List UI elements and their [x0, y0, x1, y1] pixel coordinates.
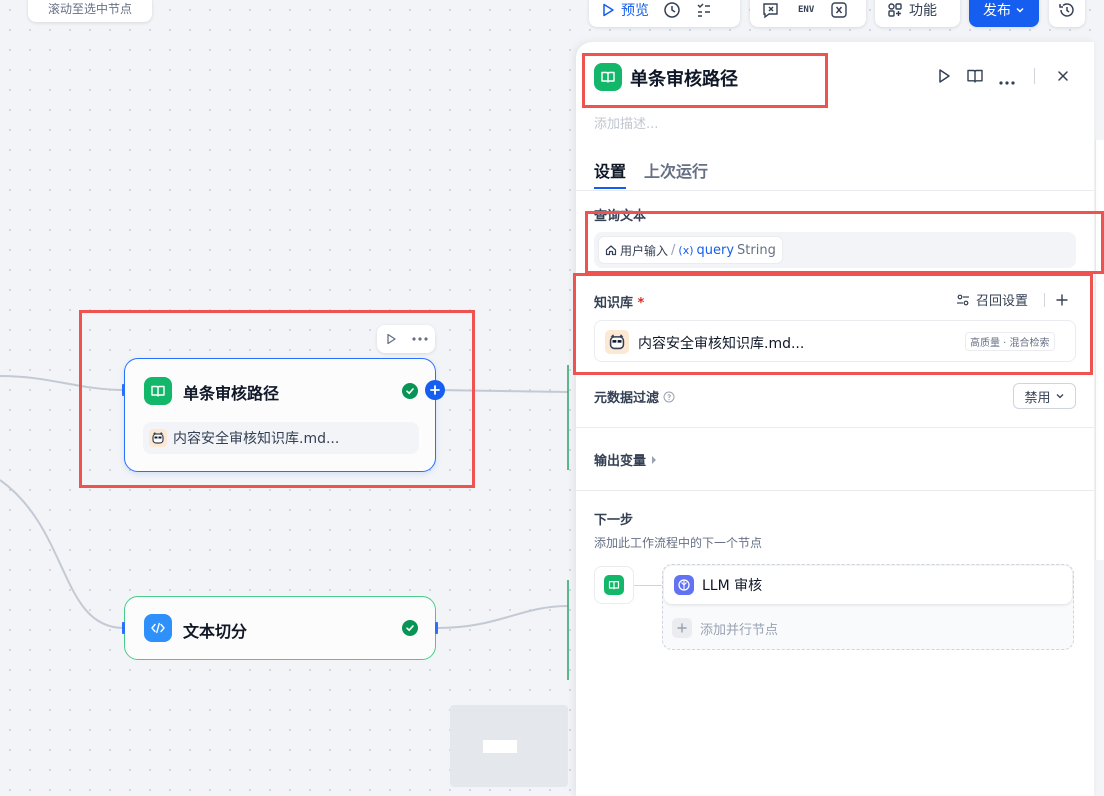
knowledge-node-icon — [604, 575, 624, 595]
preview-toolbar: 预览 — [589, 0, 740, 27]
node-action-bar — [377, 325, 435, 353]
active-tab-indicator — [594, 187, 626, 189]
kb-item-name: 内容安全审核知识库.md... — [173, 431, 340, 447]
knowledge-node-kb-item: 内容安全审核知识库.md... — [143, 422, 419, 454]
env-icon[interactable]: ENV — [798, 5, 814, 15]
scroll-tooltip-label: 滚动至选中节点 — [47, 1, 132, 16]
knowledge-node-title: 单条审核路径 — [183, 384, 280, 403]
success-check-icon — [402, 383, 418, 399]
variable-type: String — [737, 242, 776, 258]
knowledge-node-icon — [144, 377, 172, 405]
system-vars-icon[interactable] — [830, 1, 848, 19]
knowledge-item-name: 内容安全审核知识库.md... — [638, 336, 805, 352]
success-check-icon — [402, 620, 418, 636]
variable-icon: (x) — [678, 243, 694, 257]
node-settings-panel: 单条审核路径 添加描述... 设置 上次运行 查询文本 用户输入 / (x) q… — [576, 42, 1094, 796]
add-knowledge-icon[interactable] — [1056, 294, 1068, 310]
knowledge-item[interactable]: 内容安全审核知识库.md... 高质量 · 混合检索 — [594, 320, 1076, 362]
chevron-down-icon — [1056, 394, 1063, 399]
run-node-icon[interactable] — [385, 333, 397, 345]
output-handle[interactable] — [435, 622, 438, 634]
preview-button[interactable]: 预览 — [601, 0, 649, 20]
variable-separator: / — [671, 242, 676, 258]
minimap-viewport — [483, 740, 517, 753]
checklist-icon[interactable] — [695, 1, 713, 19]
help-docs-icon[interactable] — [966, 68, 984, 88]
text-split-node[interactable]: 文本切分 — [124, 596, 436, 660]
chevron-down-icon — [1016, 7, 1024, 13]
features-label: 功能 — [909, 2, 937, 19]
knowledge-label: 知识库 * — [594, 292, 644, 311]
next-step-title: 下一步 — [594, 513, 634, 528]
version-history-button[interactable] — [1049, 0, 1085, 27]
query-text-label: 查询文本 — [594, 209, 647, 224]
output-vars-toggle[interactable]: 输出变量 — [594, 450, 658, 469]
next-step-subtitle: 添加此工作流程中的下一个节点 — [594, 536, 763, 550]
next-step-connector — [634, 585, 662, 586]
kb-avatar-icon — [605, 330, 629, 354]
publish-button[interactable]: 发布 — [969, 0, 1039, 27]
variables-toolbar: ENV — [750, 0, 866, 27]
current-node-icon — [594, 566, 634, 604]
metadata-filter-select[interactable]: 禁用 — [1013, 383, 1076, 409]
variable-pill: 用户输入 / (x) query String — [598, 236, 783, 264]
tab-settings[interactable]: 设置 — [594, 158, 626, 182]
recall-settings-button[interactable]: 召回设置 — [956, 290, 1028, 309]
description-input[interactable]: 添加描述... — [594, 113, 658, 132]
output-vars-label: 输出变量 — [594, 454, 647, 469]
publish-label: 发布 — [983, 2, 1011, 19]
run-step-icon[interactable] — [937, 68, 951, 88]
next-node-card[interactable]: LLM 审核 — [664, 566, 1072, 604]
input-handle[interactable] — [122, 622, 125, 634]
next-node-label: LLM 审核 — [702, 578, 763, 594]
section-divider — [576, 490, 1094, 491]
close-icon[interactable] — [1056, 69, 1070, 87]
knowledge-retrieval-node[interactable]: 单条审核路径 内容安全审核知识库.md... — [124, 358, 436, 472]
metadata-filter-value: 禁用 — [1024, 390, 1051, 406]
retrieval-mode-badge: 高质量 · 混合检索 — [965, 332, 1055, 351]
run-history-icon[interactable] — [663, 1, 681, 19]
conversation-vars-icon[interactable] — [762, 1, 782, 19]
kb-avatar-icon — [149, 429, 167, 447]
input-handle[interactable] — [122, 384, 125, 396]
preview-label: 预览 — [621, 2, 649, 19]
offscreen-node-edge — [1095, 140, 1104, 560]
minimap[interactable] — [450, 705, 568, 787]
add-parallel-label: 添加并行节点 — [700, 622, 779, 638]
required-mark: * — [637, 296, 645, 311]
section-divider — [576, 427, 1094, 428]
add-next-node-button[interactable] — [425, 380, 445, 400]
help-circle-icon — [663, 391, 675, 402]
settings-sliders-icon — [957, 294, 969, 305]
text-split-node-title: 文本切分 — [183, 622, 248, 641]
caret-right-icon — [652, 455, 657, 464]
knowledge-label-text: 知识库 — [594, 296, 634, 311]
variable-source: 用户输入 — [620, 243, 669, 258]
header-divider — [1034, 68, 1035, 84]
history-icon — [1059, 2, 1074, 17]
metadata-filter-label: 元数据过滤 — [594, 387, 675, 406]
scroll-to-selected-tooltip[interactable]: 滚动至选中节点 — [28, 0, 152, 22]
knowledge-node-icon — [594, 63, 622, 91]
more-options-icon[interactable] — [999, 74, 1015, 89]
panel-title[interactable]: 单条审核路径 — [630, 65, 738, 91]
add-parallel-node-button[interactable]: 添加并行节点 — [672, 618, 778, 638]
variable-name: query — [696, 242, 735, 258]
tabs-divider — [576, 190, 1094, 191]
plus-icon — [672, 618, 692, 638]
knowledge-header-divider — [1044, 293, 1045, 307]
home-icon — [605, 245, 617, 256]
more-options-icon[interactable] — [411, 337, 428, 341]
features-icon — [888, 2, 902, 17]
tab-last-run[interactable]: 上次运行 — [644, 158, 708, 182]
play-icon — [603, 3, 614, 16]
features-button[interactable]: 功能 — [875, 0, 960, 27]
metadata-filter-text: 元数据过滤 — [594, 391, 660, 406]
llm-icon — [674, 575, 694, 595]
recall-settings-label: 召回设置 — [976, 294, 1029, 309]
code-icon — [144, 614, 172, 642]
query-variable-field[interactable]: 用户输入 / (x) query String — [594, 232, 1076, 268]
